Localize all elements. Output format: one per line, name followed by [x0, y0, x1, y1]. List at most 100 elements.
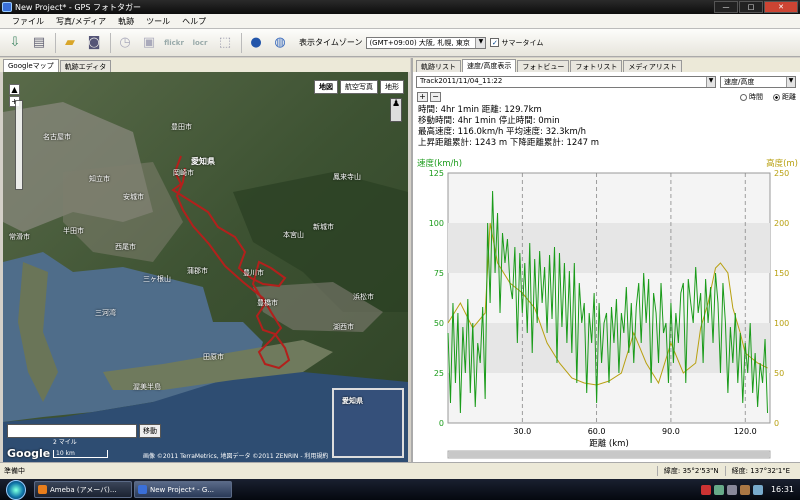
google-earth-icon[interactable]: ●: [245, 32, 267, 54]
map-place-label: 蒲郡市: [187, 267, 208, 275]
map-type-terrain[interactable]: 地形: [380, 80, 404, 94]
y2-tick-label: 0: [774, 419, 779, 428]
toolbar-separator: [55, 32, 56, 53]
antivirus-icon[interactable]: [700, 484, 711, 495]
map-place-label: 鳳来寺山: [333, 173, 361, 181]
menu-track[interactable]: 軌跡: [112, 16, 140, 27]
stat-elevation: 上昇距離累計: 1243 m 下降距離累計: 1247 m: [418, 138, 600, 148]
y-axis-label: 速度(km/h): [417, 158, 462, 169]
toolbar-separator: [110, 32, 111, 53]
axis-distance-radio[interactable]: [773, 93, 780, 101]
menu-photo-media[interactable]: 写真/メディア: [50, 16, 112, 27]
taskbar-item-gps-tagger[interactable]: New Project* - G...: [134, 481, 232, 498]
map-place-label: 新城市: [313, 223, 334, 231]
ime-icon[interactable]: [739, 484, 750, 495]
map-search-input[interactable]: [7, 424, 137, 438]
app-icon: [138, 485, 147, 494]
graph-mode-select[interactable]: 速度/高度 ▼: [720, 76, 796, 88]
map-place-label: 常滑市: [9, 233, 30, 241]
clock-icon[interactable]: ◷: [114, 32, 136, 54]
pan-up-icon[interactable]: ▲: [9, 84, 20, 95]
tab-media-list[interactable]: メディアリスト: [623, 60, 682, 72]
y2-tick-label: 250: [774, 169, 789, 178]
overview-map[interactable]: 愛知県: [332, 388, 404, 458]
map-view[interactable]: 地図 航空写真 地形 ▲ + ♟ 愛知県豊田市岡崎市名古屋市知立市安城市西尾市蒲…: [3, 72, 408, 462]
map-place-label: 岡崎市: [173, 169, 194, 177]
left-tab-bar: Googleマップ 軌跡エディタ: [0, 58, 410, 72]
y-tick-label: 100: [429, 219, 444, 228]
map-search-button[interactable]: 移動: [139, 424, 161, 438]
stat-moving-time: 移動時間: 4hr 1min 停止時間: 0min: [418, 116, 560, 126]
volume-icon[interactable]: [726, 484, 737, 495]
stat-duration: 時間: 4hr 1min 距離: 129.7km: [418, 105, 542, 115]
export-icon[interactable]: ⬚: [214, 32, 236, 54]
x-tick-label: 90.0: [662, 427, 680, 436]
app-icon: [2, 2, 12, 12]
track-select[interactable]: Track2011/11/04_11:22 ▼: [416, 76, 716, 88]
map-place-label: 愛知県: [191, 157, 215, 166]
globe-icon[interactable]: ◍: [269, 32, 291, 54]
status-bar: 準備中 緯度: 35°2'53"N 経度: 137°32'1"E: [0, 462, 800, 479]
menu-tools[interactable]: ツール: [140, 16, 176, 27]
chevron-down-icon: ▼: [475, 37, 486, 48]
tab-photo-list[interactable]: フォトリスト: [570, 60, 623, 72]
taskbar-item-label: Ameba (アメーバ)...: [50, 485, 117, 494]
status-longitude: 経度: 137°32'1"E: [724, 466, 796, 476]
minimize-button[interactable]: —: [714, 1, 738, 13]
device-icon[interactable]: ▤: [28, 32, 50, 54]
camera-icon[interactable]: ◙: [83, 32, 105, 54]
summer-time-checkbox[interactable]: ✓: [490, 38, 500, 47]
map-place-label: 安城市: [123, 193, 144, 201]
x-tick-label: 60.0: [588, 427, 606, 436]
tab-photo-view[interactable]: フォトビュー: [517, 60, 570, 72]
chart-scrollbar-thumb: [449, 452, 769, 457]
timezone-value: (GMT+09:00) 大阪, 札幌, 東京: [369, 38, 470, 47]
menu-help[interactable]: ヘルプ: [176, 16, 212, 27]
tab-track-list[interactable]: 軌跡リスト: [416, 60, 461, 72]
y2-tick-label: 200: [774, 219, 789, 228]
graph-mode-value: 速度/高度: [724, 78, 755, 86]
street-view-icon[interactable]: ♟: [390, 98, 402, 122]
start-button[interactable]: [6, 479, 26, 500]
maximize-button[interactable]: □: [739, 1, 763, 13]
tab-track-editor[interactable]: 軌跡エディタ: [59, 60, 112, 72]
map-place-label: 三ヶ根山: [143, 275, 171, 283]
right-tab-bar: 軌跡リスト 速度/高度表示 フォトビュー フォトリスト メディアリスト: [413, 58, 800, 72]
toolbar: ⇩ ▤ ▰ ◙ ◷ ▣ flickr locr ⬚ ● ◍ 表示タイムゾーン (…: [0, 29, 800, 57]
open-folder-icon[interactable]: ▰: [59, 32, 81, 54]
map-type-map[interactable]: 地図: [314, 80, 338, 94]
map-place-label: 渥美半島: [133, 383, 161, 391]
title-bar: New Project* - GPS フォトタガー — □ ✕: [0, 0, 800, 14]
x-tick-label: 120.0: [734, 427, 757, 436]
import-icon[interactable]: ⇩: [4, 32, 26, 54]
locr-button[interactable]: locr: [188, 32, 212, 54]
flickr-button[interactable]: flickr: [162, 32, 186, 54]
zoom-slider[interactable]: [15, 100, 23, 190]
status-text: 準備中: [4, 467, 25, 475]
network-icon[interactable]: [713, 484, 724, 495]
scale-miles: 2 マイル: [53, 439, 77, 446]
map-type-satellite[interactable]: 航空写真: [340, 80, 378, 94]
map-place-label: 浜松市: [353, 293, 374, 301]
taskbar-item-browser[interactable]: Ameba (アメーバ)...: [34, 481, 132, 498]
window-title: New Project* - GPS フォトタガー: [15, 2, 141, 12]
stat-speed: 最高速度: 116.0km/h 平均速度: 32.3km/h: [418, 127, 587, 137]
overview-map-title: 愛知県: [342, 397, 363, 405]
y-tick-label: 125: [429, 169, 444, 178]
tab-google-map[interactable]: Googleマップ: [3, 59, 59, 72]
timezone-select[interactable]: (GMT+09:00) 大阪, 札幌, 東京 ▼: [366, 36, 487, 49]
tab-speed-altitude[interactable]: 速度/高度表示: [462, 59, 517, 72]
axis-time-radio[interactable]: [740, 93, 747, 101]
map-place-label: 半田市: [63, 227, 84, 235]
power-icon[interactable]: [752, 484, 763, 495]
zoom-in-button[interactable]: +: [417, 92, 428, 102]
close-button[interactable]: ✕: [764, 1, 798, 13]
y-tick-label: 50: [434, 319, 444, 328]
y2-tick-label: 100: [774, 319, 789, 328]
save-icon[interactable]: ▣: [138, 32, 160, 54]
map-place-label: 名古屋市: [43, 133, 71, 141]
x-axis-label: 距離 (km): [589, 438, 629, 449]
taskbar: Ameba (アメーバ)... New Project* - G... 16:3…: [0, 479, 800, 500]
zoom-out-button[interactable]: −: [430, 92, 441, 102]
menu-file[interactable]: ファイル: [6, 16, 50, 27]
